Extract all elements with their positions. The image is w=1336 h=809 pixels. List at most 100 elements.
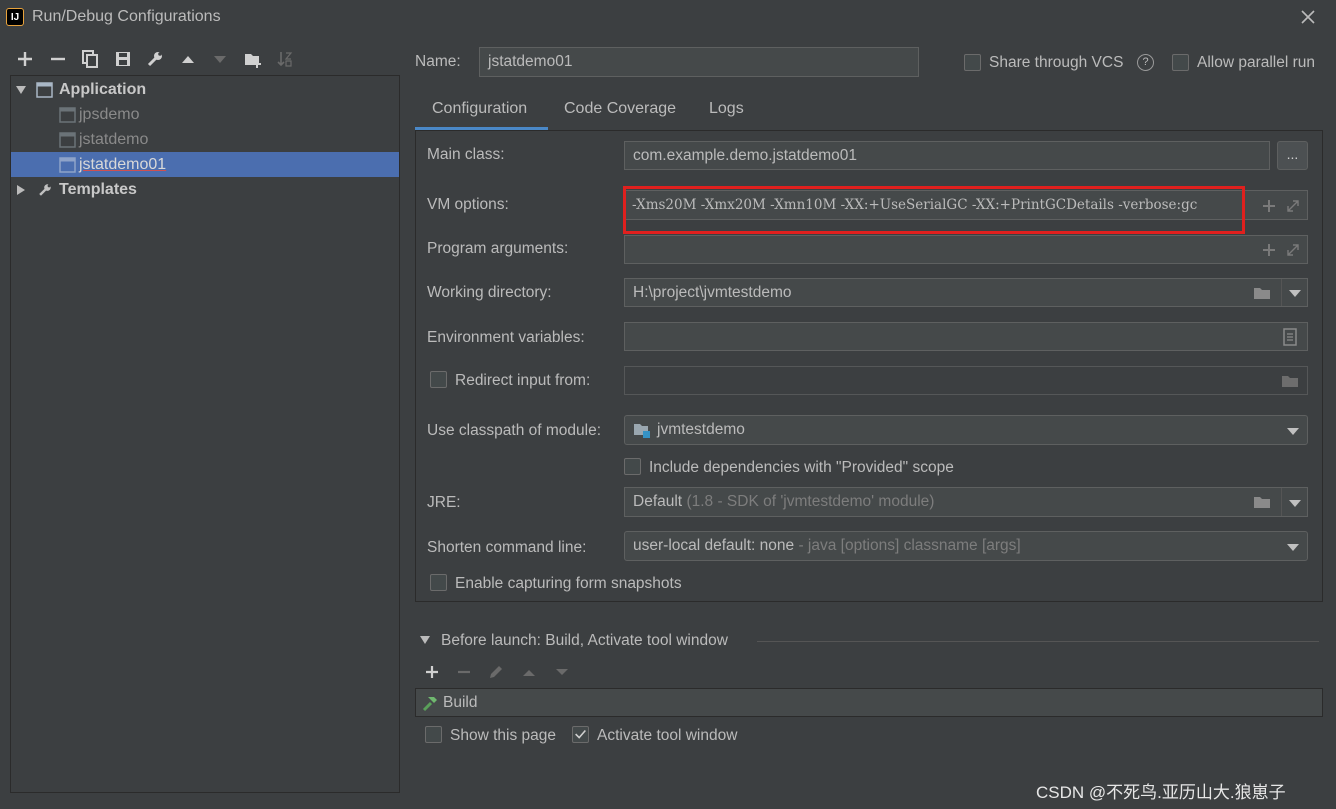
tree-label: jstatdemo [79, 131, 149, 148]
collapse-arrow-icon[interactable] [419, 635, 431, 645]
jre-value: Default (1.8 - SDK of 'jvmtestdemo' modu… [633, 493, 934, 511]
show-page-label: Show this page [450, 727, 556, 744]
tree-node-templates[interactable]: Templates [11, 177, 399, 202]
move-down-icon [209, 48, 231, 70]
env-vars-input[interactable] [624, 322, 1308, 351]
dropdown-arrow-icon[interactable] [1289, 500, 1301, 507]
application-config-icon [59, 107, 76, 123]
separator [757, 641, 1319, 642]
classpath-value: jvmtestdemo [657, 421, 745, 438]
tab-logs[interactable]: Logs [709, 100, 744, 118]
task-list[interactable]: Build [415, 688, 1323, 717]
name-label: Name: [415, 53, 461, 70]
help-icon[interactable]: ? [1137, 54, 1154, 71]
jre-label: JRE: [427, 494, 461, 511]
add-task-icon[interactable] [423, 663, 441, 681]
add-icon[interactable] [14, 48, 36, 70]
share-vcs-checkbox[interactable] [964, 54, 981, 71]
tab-code-coverage[interactable]: Code Coverage [564, 100, 676, 118]
share-vcs-label: Share through VCS [989, 54, 1124, 71]
include-deps-label: Include dependencies with "Provided" sco… [649, 459, 954, 476]
title-bar: IJ Run/Debug Configurations [0, 0, 1336, 36]
main-class-label: Main class: [427, 146, 505, 163]
tree-label-templates: Templates [59, 181, 137, 198]
env-vars-label: Environment variables: [427, 329, 585, 346]
save-icon[interactable] [112, 48, 134, 70]
new-folder-icon[interactable] [242, 48, 264, 70]
task-build[interactable]: Build [443, 694, 477, 712]
main-class-input[interactable]: com.example.demo.jstatdemo01 [624, 141, 1270, 170]
separator [1281, 488, 1282, 516]
intellij-logo-icon: IJ [6, 8, 24, 26]
tree-item-jstatdemo01[interactable]: jstatdemo01 [11, 152, 399, 177]
capture-snapshots-label: Enable capturing form snapshots [455, 575, 682, 592]
name-value: jstatdemo01 [488, 53, 573, 70]
tree-label: jpsdemo [79, 106, 140, 123]
redirect-input[interactable] [624, 366, 1308, 395]
tree-node-application[interactable]: Application [11, 77, 399, 102]
close-icon[interactable] [1297, 6, 1319, 28]
expand-plus-icon[interactable] [1261, 198, 1277, 214]
collapse-arrow-icon[interactable] [15, 184, 27, 196]
program-args-input[interactable] [624, 235, 1308, 264]
working-dir-input[interactable]: H:\project\jvmtestdemo [624, 278, 1308, 307]
folder-icon[interactable] [1253, 285, 1271, 301]
dropdown-arrow-icon[interactable] [1287, 428, 1299, 435]
shorten-label: Shorten command line: [427, 539, 587, 556]
folder-icon[interactable] [1253, 494, 1271, 510]
remove-task-icon [455, 663, 473, 681]
shorten-selected: user-local default: none [633, 537, 795, 554]
move-task-up-icon [520, 663, 538, 681]
dropdown-arrow-icon[interactable] [1289, 290, 1301, 297]
highlight-box [623, 186, 1245, 234]
dropdown-arrow-icon[interactable] [1287, 544, 1299, 551]
tree-item-jstatdemo[interactable]: jstatdemo [11, 127, 399, 152]
redirect-checkbox[interactable] [430, 371, 447, 388]
separator [1281, 279, 1282, 306]
application-config-icon [59, 157, 76, 173]
move-up-icon[interactable] [177, 48, 199, 70]
edit-task-icon [487, 663, 505, 681]
jre-input[interactable]: Default (1.8 - SDK of 'jvmtestdemo' modu… [624, 487, 1308, 517]
activate-window-label: Activate tool window [597, 727, 738, 744]
copy-icon[interactable] [79, 48, 101, 70]
program-args-label: Program arguments: [427, 240, 569, 257]
document-icon[interactable] [1283, 328, 1297, 346]
application-icon [36, 82, 53, 98]
tree-item-jpsdemo[interactable]: jpsdemo [11, 102, 399, 127]
redirect-label: Redirect input from: [455, 372, 591, 389]
sort-icon [274, 48, 296, 70]
hammer-icon [422, 697, 437, 712]
expand-editor-icon[interactable] [1285, 242, 1301, 258]
allow-parallel-checkbox[interactable] [1172, 54, 1189, 71]
wrench-icon[interactable] [144, 48, 166, 70]
shorten-value: user-local default: none - java [options… [633, 537, 1021, 555]
activate-window-checkbox[interactable] [572, 726, 589, 743]
configuration-tree[interactable]: Application jpsdemo jstatdemo jstatdemo0… [10, 75, 400, 793]
expand-plus-icon[interactable] [1261, 242, 1277, 258]
working-dir-value: H:\project\jvmtestdemo [633, 284, 792, 301]
shorten-select[interactable]: user-local default: none - java [options… [624, 531, 1308, 561]
capture-snapshots-checkbox[interactable] [430, 574, 447, 591]
tree-label-application: Application [59, 81, 147, 98]
expand-arrow-icon[interactable] [15, 84, 27, 96]
before-launch-title[interactable]: Before launch: Build, Activate tool wind… [441, 632, 728, 650]
module-icon [634, 424, 650, 438]
expand-editor-icon[interactable] [1285, 198, 1301, 214]
classpath-select[interactable]: jvmtestdemo [624, 415, 1308, 445]
include-deps-checkbox[interactable] [624, 458, 641, 475]
application-config-icon [59, 132, 76, 148]
vm-options-label: VM options: [427, 196, 509, 213]
window-title: Run/Debug Configurations [32, 8, 221, 25]
watermark: CSDN @不死鸟.亚历山大.狼崽子 [1036, 783, 1286, 802]
name-input[interactable]: jstatdemo01 [479, 47, 919, 77]
wrench-icon [39, 184, 51, 196]
remove-icon[interactable] [47, 48, 69, 70]
browse-button[interactable]: ... [1277, 141, 1308, 170]
main-class-value: com.example.demo.jstatdemo01 [633, 147, 858, 164]
show-page-checkbox[interactable] [425, 726, 442, 743]
folder-icon[interactable] [1281, 373, 1299, 389]
jre-default: Default [633, 493, 683, 510]
move-task-down-icon [553, 663, 571, 681]
tab-configuration[interactable]: Configuration [432, 100, 527, 118]
